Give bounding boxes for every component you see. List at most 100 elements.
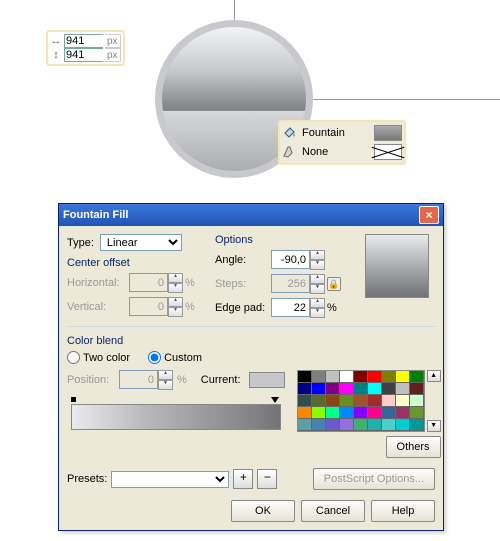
palette-swatch[interactable] — [312, 395, 326, 407]
palette-swatch[interactable] — [382, 407, 396, 419]
palette-swatch[interactable] — [410, 419, 424, 431]
palette-swatch[interactable] — [298, 383, 312, 395]
palette-swatch[interactable] — [382, 371, 396, 383]
preset-remove-button[interactable]: − — [257, 469, 277, 489]
palette-swatch[interactable] — [396, 395, 410, 407]
palette-swatch[interactable] — [382, 419, 396, 431]
palette-swatch[interactable] — [298, 419, 312, 431]
palette-swatch[interactable] — [368, 383, 382, 395]
palette-swatch[interactable] — [298, 407, 312, 419]
titlebar[interactable]: Fountain Fill × — [59, 204, 443, 226]
palette-swatch[interactable] — [396, 407, 410, 419]
palette-swatch[interactable] — [396, 371, 410, 383]
spin-down-icon[interactable]: ▼ — [310, 308, 325, 318]
height-row: ↕ px — [50, 48, 121, 62]
scroll-up-icon[interactable]: ▲ — [427, 370, 441, 382]
palette-swatch[interactable] — [354, 395, 368, 407]
guide-horizontal-line — [313, 99, 500, 100]
palette-swatch[interactable] — [368, 371, 382, 383]
palette-swatch[interactable] — [382, 383, 396, 395]
cancel-button[interactable]: Cancel — [301, 500, 365, 522]
palette-swatch[interactable] — [298, 395, 312, 407]
palette-swatch[interactable] — [396, 419, 410, 431]
palette-swatch[interactable] — [326, 371, 340, 383]
spin-down-icon[interactable]: ▼ — [310, 260, 325, 270]
palette-swatch[interactable] — [396, 383, 410, 395]
spin-up-icon[interactable]: ▲ — [310, 250, 325, 260]
palette-swatch[interactable] — [326, 395, 340, 407]
palette-swatch[interactable] — [326, 407, 340, 419]
gradient-stop-marker[interactable] — [71, 397, 76, 402]
palette-swatch[interactable] — [368, 395, 382, 407]
palette-swatch[interactable] — [312, 407, 326, 419]
palette-swatch[interactable] — [354, 419, 368, 431]
type-select[interactable]: Linear — [100, 234, 182, 251]
unit-label: px — [105, 48, 121, 62]
palette-swatch[interactable] — [340, 407, 354, 419]
vertical-input — [129, 297, 168, 316]
palette-swatch[interactable] — [340, 383, 354, 395]
gradient-preview[interactable] — [365, 234, 429, 298]
bucket-icon — [282, 126, 296, 140]
height-input[interactable] — [64, 48, 103, 62]
width-row: ↔ px — [50, 34, 121, 48]
outline-row[interactable]: None — [282, 143, 402, 161]
palette-swatch[interactable] — [312, 371, 326, 383]
spin-down-icon: ▼ — [158, 380, 173, 390]
custom-radio[interactable]: Custom — [148, 351, 202, 364]
palette-swatch[interactable] — [326, 383, 340, 395]
percent-label: % — [177, 374, 187, 386]
palette-swatch[interactable] — [354, 407, 368, 419]
palette-swatch[interactable] — [354, 383, 368, 395]
options-label: Options — [215, 234, 351, 246]
fill-row[interactable]: Fountain — [282, 124, 402, 142]
center-offset-label: Center offset — [67, 257, 205, 269]
spin-up-icon[interactable]: ▲ — [310, 298, 325, 308]
others-button[interactable]: Others — [386, 436, 441, 458]
unit-label: px — [105, 34, 121, 48]
angle-input[interactable] — [271, 250, 310, 269]
dialog-title: Fountain Fill — [63, 209, 419, 221]
width-input[interactable] — [64, 34, 103, 48]
preset-add-button[interactable]: + — [233, 469, 253, 489]
horizontal-input — [129, 273, 168, 292]
palette-swatch[interactable] — [340, 371, 354, 383]
spin-up-icon: ▲ — [168, 273, 183, 283]
gradient-editor[interactable] — [67, 396, 285, 434]
palette-swatch[interactable] — [312, 383, 326, 395]
percent-label: % — [185, 277, 201, 289]
twocolor-radio[interactable]: Two color — [67, 351, 130, 364]
palette-swatch[interactable] — [340, 395, 354, 407]
outline-swatch[interactable] — [374, 144, 402, 160]
steps-input — [271, 274, 310, 293]
height-icon: ↕ — [50, 50, 62, 61]
palette-swatch[interactable] — [354, 371, 368, 383]
palette-swatch[interactable] — [312, 419, 326, 431]
palette-swatch[interactable] — [410, 383, 424, 395]
scroll-down-icon[interactable]: ▼ — [427, 420, 441, 432]
palette-swatch[interactable] — [326, 419, 340, 431]
lock-icon[interactable]: 🔒 — [327, 277, 341, 291]
help-button[interactable]: Help — [371, 500, 435, 522]
fill-swatch[interactable] — [374, 125, 402, 141]
palette-grid[interactable] — [297, 370, 425, 432]
angle-label: Angle: — [215, 254, 267, 266]
palette-swatch[interactable] — [298, 371, 312, 383]
presets-select[interactable] — [111, 471, 229, 488]
gradient-end-marker[interactable] — [271, 397, 279, 403]
guide-vertical-line — [234, 0, 235, 20]
palette-swatch[interactable] — [368, 407, 382, 419]
palette-swatch[interactable] — [368, 419, 382, 431]
palette-swatch[interactable] — [410, 371, 424, 383]
edgepad-input[interactable] — [271, 298, 310, 317]
gradient-strip[interactable] — [71, 404, 281, 430]
outline-label: None — [302, 146, 368, 158]
current-color-swatch[interactable] — [249, 372, 285, 388]
palette-swatch[interactable] — [410, 407, 424, 419]
palette-swatch[interactable] — [410, 395, 424, 407]
palette-swatch[interactable] — [340, 419, 354, 431]
ok-button[interactable]: OK — [231, 500, 295, 522]
close-icon[interactable]: × — [419, 206, 439, 224]
palette-swatch[interactable] — [382, 395, 396, 407]
colorblend-label: Color blend — [67, 335, 435, 347]
